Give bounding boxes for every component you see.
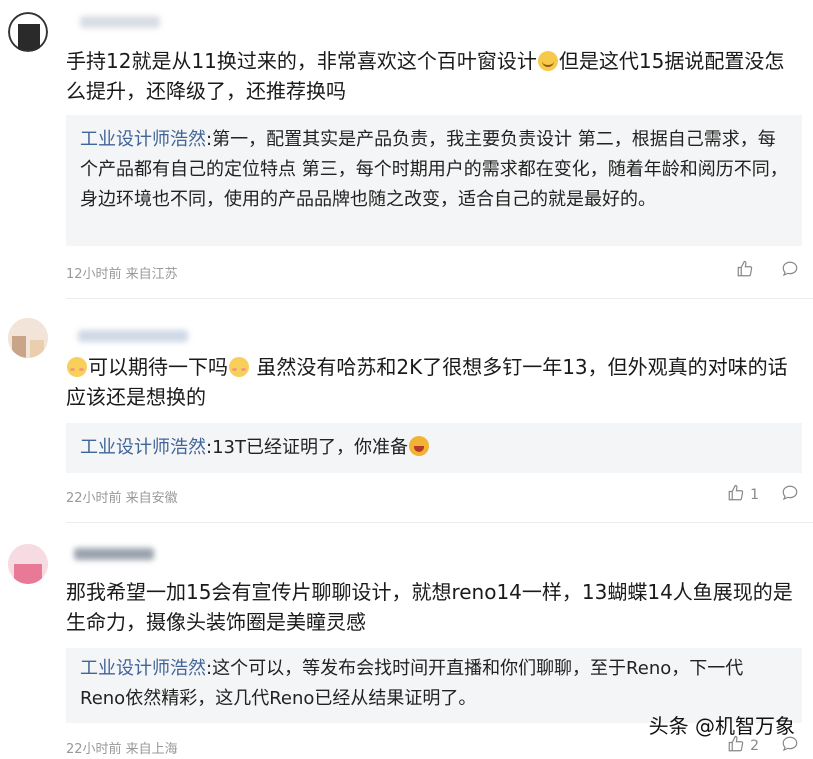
avatar[interactable] (8, 12, 48, 52)
like-button[interactable] (736, 260, 759, 282)
divider (66, 522, 813, 523)
laughing-emoji-icon (408, 436, 429, 456)
thumbs-up-icon (727, 484, 745, 506)
username-blurred[interactable] (80, 16, 160, 28)
comment-text: 可以期待一下吗 虽然没有哈苏和2K了很想多钉一年13，但外观真的对味的话应该还是… (66, 355, 788, 409)
thumbs-up-icon (736, 260, 754, 282)
watermark: 头条 @机智万象 (648, 714, 795, 738)
crying-emoji-icon (537, 51, 558, 71)
username-blurred[interactable] (78, 330, 188, 342)
comment-actions (736, 260, 799, 282)
comment-meta: 22小时前 来自上海 (66, 742, 178, 757)
shy-emoji-icon (67, 357, 87, 377)
like-count: 2 (750, 738, 759, 754)
reply-box[interactable]: 工业设计师浩然:第一，配置其实是产品负责，我主要负责设计 第二，根据自己需求，每… (66, 115, 802, 246)
reply-author[interactable]: 工业设计师浩然 (80, 437, 206, 458)
comment-text: 手持12就是从11换过来的，非常喜欢这个百叶窗设计 但是这代15据说配置没怎么提升… (66, 49, 785, 103)
reply-content: 工业设计师浩然:13T已经证明了，你准备 (66, 423, 802, 473)
avatar[interactable] (8, 544, 48, 584)
comment-text: 那我希望一加15会有宣传片聊聊设计，就想reno14一样，13蝴蝶14人鱼展现的… (66, 580, 793, 634)
comment-bubble-icon (781, 484, 799, 506)
reply-button[interactable] (781, 484, 799, 506)
like-button[interactable]: 1 (727, 484, 759, 506)
blushing-emoji-icon (229, 357, 249, 377)
comment-bubble-icon (781, 260, 799, 282)
reply-box[interactable]: 工业设计师浩然:13T已经证明了，你准备 (66, 423, 802, 473)
username-blurred[interactable] (74, 548, 154, 560)
reply-content: 工业设计师浩然:第一，配置其实是产品负责，我主要负责设计 第二，根据自己需求，每… (80, 129, 788, 210)
reply-button[interactable] (781, 260, 799, 282)
comment-meta: 22小时前 来自安徽 (66, 491, 178, 506)
avatar[interactable] (8, 318, 48, 358)
reply-author[interactable]: 工业设计师浩然 (80, 129, 206, 150)
reply-author[interactable]: 工业设计师浩然 (80, 658, 206, 679)
like-count: 1 (750, 487, 759, 503)
comment-meta: 12小时前 来自江苏 (66, 267, 178, 282)
comment-actions: 1 (727, 484, 799, 506)
divider (66, 298, 813, 299)
